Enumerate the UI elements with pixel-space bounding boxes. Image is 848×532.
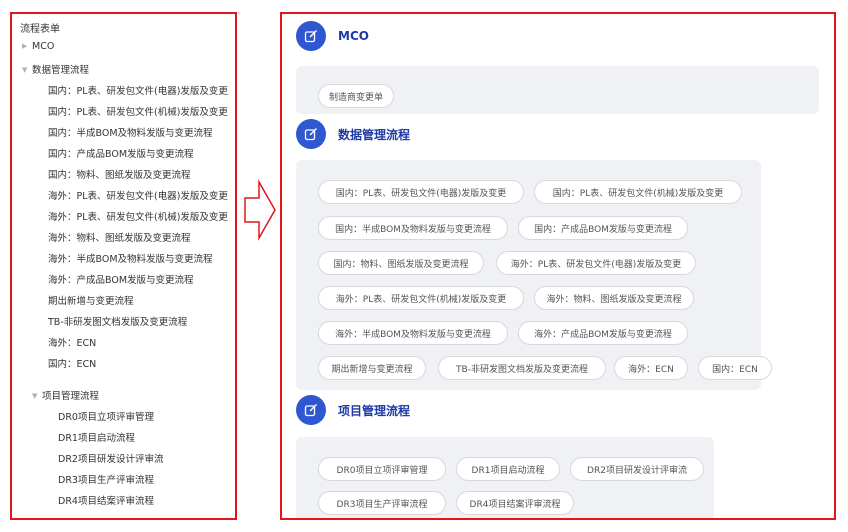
section-header-mco: MCO [296, 21, 369, 51]
process-tag[interactable]: 国内：半成BOM及物料发版与变更流程 [318, 216, 508, 240]
process-tag[interactable]: 制造商变更单 [318, 84, 394, 108]
tree-item[interactable]: 国内：PL表、研发包文件(电器)发版及变更 [48, 83, 228, 97]
tree-item[interactable]: 海外：PL表、研发包文件(电器)发版及变更 [48, 188, 228, 202]
section-title: 数据管理流程 [338, 127, 411, 142]
tree-item[interactable]: 国内：物料、图纸发版及变更流程 [48, 167, 191, 181]
tree-item[interactable]: 海外：产成品BOM发版与变更流程 [48, 272, 194, 286]
caret-down-icon: ▼ [22, 66, 28, 74]
tree-item[interactable]: 海外：PL表、研发包文件(机械)发版及变更 [48, 209, 228, 223]
tree-group-data[interactable]: ▼ 数据管理流程 [22, 62, 89, 76]
tree-item[interactable]: TB-非研发图文档发版及变更流程 [48, 314, 187, 328]
process-tag[interactable]: 海外：产成品BOM发版与变更流程 [518, 321, 688, 345]
section-header-data: 数据管理流程 [296, 119, 410, 149]
process-tag[interactable]: 海外：ECN [614, 356, 688, 380]
tag-group-project: DR0项目立项评审管理 DR1项目启动流程 DR2项目研发设计评审流 DR3项目… [296, 437, 714, 518]
edit-icon [296, 119, 326, 149]
process-tag[interactable]: 国内：物料、图纸发版及变更流程 [318, 251, 484, 275]
tree-group-label: 项目管理流程 [42, 391, 100, 402]
tree-item[interactable]: DR4项目结案评审流程 [58, 493, 154, 507]
process-tag[interactable]: 期出新增与变更流程 [318, 356, 426, 380]
process-tag[interactable]: 海外：PL表、研发包文件(电器)发版及变更 [496, 251, 696, 275]
tree-item[interactable]: 期出新增与变更流程 [48, 293, 134, 307]
process-tag[interactable]: DR3项目生产评审流程 [318, 491, 446, 515]
caret-right-icon: ▶ [22, 42, 28, 50]
process-tag[interactable]: TB-非研发图文档发版及变更流程 [438, 356, 606, 380]
section-header-project: 项目管理流程 [296, 395, 410, 425]
tree-root-label: 流程表单 [20, 24, 60, 35]
process-tag[interactable]: DR2项目研发设计评审流 [570, 457, 704, 481]
edit-icon [296, 21, 326, 51]
process-tag[interactable]: 国内：ECN [698, 356, 772, 380]
tag-group-mco: 制造商变更单 [296, 66, 819, 114]
tree-item[interactable]: DR3项目生产评审流程 [58, 472, 154, 486]
caret-down-icon: ▼ [32, 392, 38, 400]
tree-item[interactable]: DR1项目启动流程 [58, 430, 135, 444]
process-tag[interactable]: DR4项目结案评审流程 [456, 491, 574, 515]
process-tag[interactable]: 国内：PL表、研发包文件(机械)发版及变更 [534, 180, 742, 204]
process-tag[interactable]: 国内：PL表、研发包文件(电器)发版及变更 [318, 180, 524, 204]
section-title: 项目管理流程 [338, 403, 411, 418]
tree-group-label: 数据管理流程 [32, 65, 90, 76]
process-tag[interactable]: 海外：物料、图纸发版及变更流程 [534, 286, 694, 310]
process-tag[interactable]: 国内：产成品BOM发版与变更流程 [518, 216, 688, 240]
tree-item[interactable]: 海外：ECN [48, 335, 96, 349]
tree-item[interactable]: DR0项目立项评审管理 [58, 409, 154, 423]
tree-item[interactable]: 国内：PL表、研发包文件(机械)发版及变更 [48, 104, 228, 118]
right-arrow-icon [244, 179, 276, 241]
tree-item[interactable]: DR2项目研发设计评审流 [58, 451, 163, 465]
tree-panel: 流程表单 ▶ MCO ▼ 数据管理流程 国内：PL表、研发包文件(电器)发版及变更 … [10, 12, 237, 520]
tree-item[interactable]: 海外：物料、图纸发版及变更流程 [48, 230, 191, 244]
process-tag[interactable]: 海外：PL表、研发包文件(机械)发版及变更 [318, 286, 524, 310]
tree-item-mco[interactable]: ▶ MCO [22, 41, 54, 52]
process-tag[interactable]: 海外：半成BOM及物料发版与变更流程 [318, 321, 508, 345]
process-tag[interactable]: DR1项目启动流程 [456, 457, 560, 481]
tree-item[interactable]: 国内：ECN [48, 356, 96, 370]
section-title: MCO [338, 29, 369, 43]
edit-icon [296, 395, 326, 425]
tree-item[interactable]: 国内：产成品BOM发版与变更流程 [48, 146, 194, 160]
process-tag[interactable]: DR0项目立项评审管理 [318, 457, 446, 481]
tree-item[interactable]: 国内：半成BOM及物料发版与变更流程 [48, 125, 213, 139]
tree-item-label: MCO [32, 41, 55, 52]
process-form-panel: MCO 制造商变更单 数据管理流程 国内：PL表、研发包文件(电器)发版及变更 … [280, 12, 836, 520]
tree-item[interactable]: 海外：半成BOM及物料发版与变更流程 [48, 251, 213, 265]
tag-group-data: 国内：PL表、研发包文件(电器)发版及变更 国内：PL表、研发包文件(机械)发版… [296, 160, 772, 390]
tree-group-project[interactable]: ▼ 项目管理流程 [32, 388, 99, 402]
